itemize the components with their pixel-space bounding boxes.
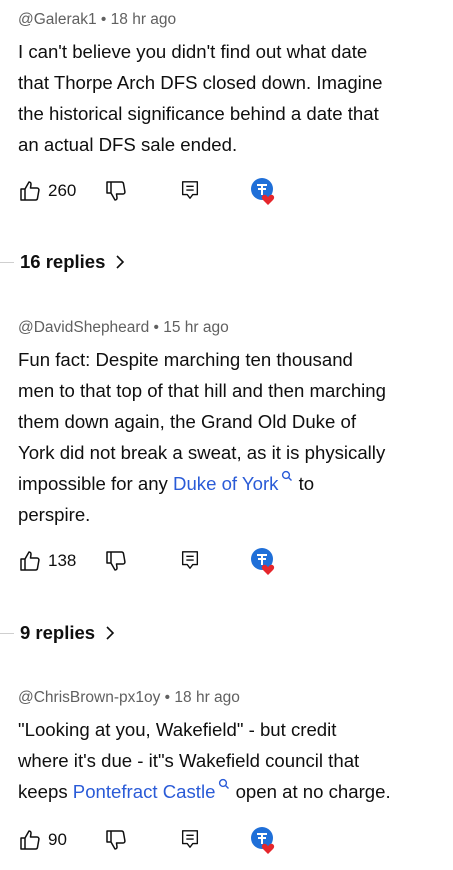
dislike-button[interactable] [104,179,128,203]
creator-heart [249,547,279,577]
comment-text-fragment: to [293,473,315,494]
reply-button[interactable] [179,179,201,201]
comment-actions: 260 [18,177,278,205]
replies-count: 16 replies [20,251,106,272]
like-count: 260 [48,181,77,200]
comment-line: the historical significance behind a dat… [18,103,379,124]
search-link[interactable]: Pontefract Castle [73,781,216,802]
comment-text: Fun fact: Despite marching ten thousand … [18,344,453,530]
comment-line: York did not break a sweat, as it is phy… [18,442,386,463]
comment-line: I can't believe you didn't find out what… [18,41,368,62]
thumbs-up-icon [18,549,42,573]
dislike-button[interactable] [104,549,128,573]
comment-line: impossible for any Duke of York to [18,468,453,499]
like-button[interactable]: 260 [18,179,76,203]
comment-meta[interactable]: @DavidShepheard • 15 hr ago [18,318,453,338]
comment-actions: 90 [18,826,278,854]
replies-toggle[interactable]: 16 replies [0,251,125,273]
comment-line: perspire. [18,504,91,525]
creator-heart [249,177,279,207]
chevron-right-icon [105,625,115,641]
reply-icon [179,828,201,850]
reply-button[interactable] [179,549,201,571]
comment: @DavidShepheard • 15 hr ago Fun fact: De… [18,318,453,530]
search-icon[interactable] [281,470,293,482]
like-button[interactable]: 138 [18,549,76,573]
thumbs-up-icon [18,828,42,852]
thread-line [0,632,14,634]
comment-text: "Looking at you, Wakefield" - but credit… [18,714,453,807]
comment-line: where it's due - it"s Wakefield council … [18,750,360,771]
replies-toggle[interactable]: 9 replies [0,622,115,644]
comment-text-fragment: keeps [18,781,73,802]
creator-heart [249,826,279,856]
comment-line: an actual DFS sale ended. [18,134,238,155]
like-button[interactable]: 90 [18,828,67,852]
comment-actions: 138 [18,547,278,575]
comment-text-fragment: open at no charge. [230,781,391,802]
like-count: 138 [48,551,77,570]
creator-heart-icon [249,177,279,207]
chevron-right-icon [115,254,125,270]
comment-line: them down again, the Grand Old Duke of [18,411,356,432]
comment-meta[interactable]: @Galerak1 • 18 hr ago [18,10,453,30]
thumbs-down-icon [104,179,128,203]
comment-text-fragment: impossible for any [18,473,174,494]
search-link[interactable]: Duke of York [173,473,278,494]
comment-line: that Thorpe Arch DFS closed down. Imagin… [18,72,383,93]
reply-button[interactable] [179,828,201,850]
comment-line: keeps Pontefract Castle open at no charg… [18,776,453,807]
comment: @ChrisBrown-px1oy • 18 hr ago "Looking a… [18,688,453,807]
dislike-button[interactable] [104,828,128,852]
creator-heart-icon [249,547,279,577]
thumbs-down-icon [104,828,128,852]
comment-line: men to that top of that hill and then ma… [18,380,386,401]
thumbs-down-icon [104,549,128,573]
creator-heart-icon [249,826,279,856]
comment-meta[interactable]: @ChrisBrown-px1oy • 18 hr ago [18,688,453,708]
reply-icon [179,549,201,571]
comment-line: Fun fact: Despite marching ten thousand [18,349,353,370]
thread-line [0,261,14,263]
like-count: 90 [48,830,67,849]
thumbs-up-icon [18,179,42,203]
search-icon[interactable] [218,778,230,790]
comment-text: I can't believe you didn't find out what… [18,36,453,160]
replies-count: 9 replies [20,622,96,643]
comment-line: "Looking at you, Wakefield" - but credit [18,719,337,740]
reply-icon [179,179,201,201]
comment: @Galerak1 • 18 hr ago I can't believe yo… [18,10,453,160]
